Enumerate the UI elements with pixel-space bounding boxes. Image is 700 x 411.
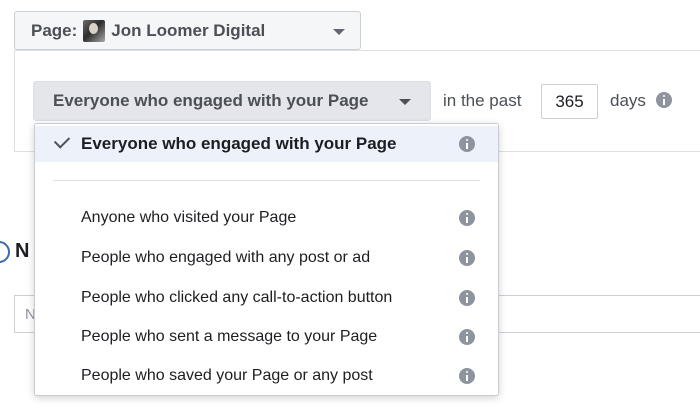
page-selector[interactable]: Page: Jon Loomer Digital [14, 11, 361, 50]
info-icon[interactable] [459, 368, 475, 384]
menu-item-label: Anyone who visited your Page [81, 209, 297, 226]
days-label: days [610, 91, 646, 110]
menu-item-engaged-post-or-ad[interactable]: People who engaged with any post or ad [35, 240, 498, 276]
menu-divider [53, 180, 480, 181]
engagement-type-value: Everyone who engaged with your Page [53, 91, 369, 110]
check-icon [53, 132, 71, 149]
info-icon[interactable] [459, 290, 475, 306]
menu-item-label: People who saved your Page or any post [81, 367, 373, 384]
menu-item-visited-page[interactable]: Anyone who visited your Page [35, 200, 498, 236]
menu-item-sent-message[interactable]: People who sent a message to your Page [35, 319, 498, 355]
chevron-down-icon [399, 99, 411, 105]
menu-item-everyone-engaged[interactable]: Everyone who engaged with your Page [35, 126, 498, 162]
chevron-down-icon [333, 29, 345, 35]
info-icon[interactable] [459, 136, 475, 152]
menu-item-saved-page-or-post[interactable]: People who saved your Page or any post [35, 358, 498, 394]
engagement-type-menu: Everyone who engaged with your Page Anyo… [34, 123, 499, 396]
info-icon[interactable] [656, 92, 672, 108]
page-avatar [83, 19, 106, 42]
page-name: Jon Loomer Digital [111, 20, 266, 40]
menu-item-clicked-cta[interactable]: People who clicked any call-to-action bu… [35, 280, 498, 316]
engagement-type-dropdown[interactable]: Everyone who engaged with your Page [33, 81, 431, 121]
name-heading: N [15, 240, 30, 262]
retention-days-input[interactable] [541, 84, 598, 119]
menu-item-label: People who clicked any call-to-action bu… [81, 289, 393, 306]
radio-button[interactable] [0, 241, 10, 263]
page-selector-label: Page: [31, 20, 78, 40]
menu-item-label: People who engaged with any post or ad [81, 249, 371, 266]
info-icon[interactable] [459, 329, 475, 345]
menu-item-label: People who sent a message to your Page [81, 328, 378, 345]
menu-item-label: Everyone who engaged with your Page [81, 134, 397, 153]
in-the-past-label: in the past [443, 91, 522, 110]
info-icon[interactable] [459, 210, 475, 226]
info-icon[interactable] [459, 250, 475, 266]
